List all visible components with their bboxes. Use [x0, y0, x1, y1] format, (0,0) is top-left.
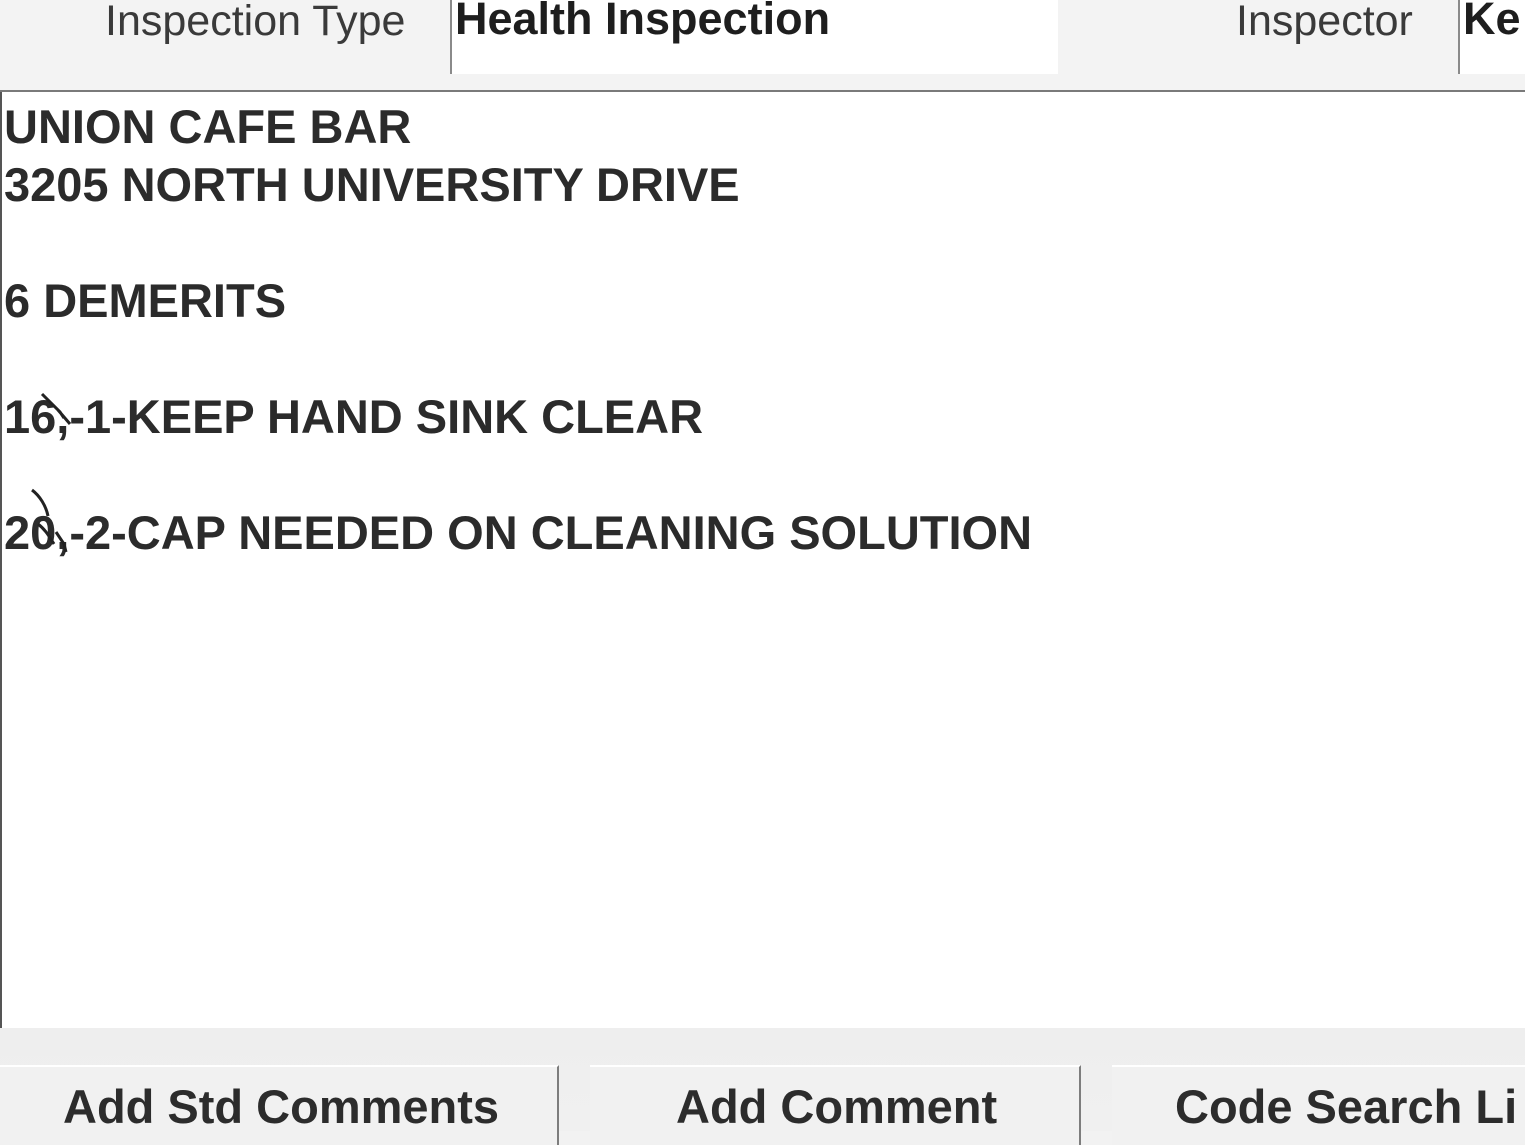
add-comment-label: Add Comment — [676, 1080, 998, 1133]
comments-text: UNION CAFE BAR 3205 NORTH UNIVERSITY DRI… — [4, 98, 1032, 562]
inspection-type-value: Health Inspection — [455, 0, 831, 44]
inspector-value: Ke — [1463, 0, 1521, 44]
comments-text-area[interactable]: UNION CAFE BAR 3205 NORTH UNIVERSITY DRI… — [0, 92, 1525, 1028]
code-search-label: Code Search Li — [1175, 1080, 1518, 1133]
inspection-header: Inspection Type Health Inspection Inspec… — [0, 0, 1525, 92]
comment-line-violation-1: 16,-1-KEEP HAND SINK CLEAR — [4, 390, 704, 443]
inspection-type-label: Inspection Type — [105, 0, 406, 45]
inspection-type-field[interactable]: Health Inspection — [450, 0, 1058, 74]
inspector-label: Inspector — [1236, 0, 1413, 45]
comment-line-blank — [4, 214, 1032, 272]
code-search-button[interactable]: Code Search Li — [1112, 1065, 1525, 1145]
comment-line-violation-2: 20,-2-CAP NEEDED ON CLEANING SOLUTION — [4, 506, 1033, 559]
comment-line-establishment: UNION CAFE BAR — [4, 100, 412, 153]
comment-line-blank — [4, 330, 1032, 388]
comment-line-blank — [4, 446, 1032, 504]
add-std-comments-label: Add Std Comments — [63, 1080, 500, 1133]
inspector-field[interactable]: Ke — [1458, 0, 1525, 74]
add-std-comments-button[interactable]: Add Std Comments — [0, 1065, 559, 1145]
button-bar: Add Std Comments Add Comment Code Search… — [0, 1028, 1525, 1145]
comment-line-demerits: 6 DEMERITS — [4, 274, 287, 327]
add-comment-button[interactable]: Add Comment — [590, 1065, 1081, 1145]
comment-line-address: 3205 NORTH UNIVERSITY DRIVE — [4, 158, 740, 211]
